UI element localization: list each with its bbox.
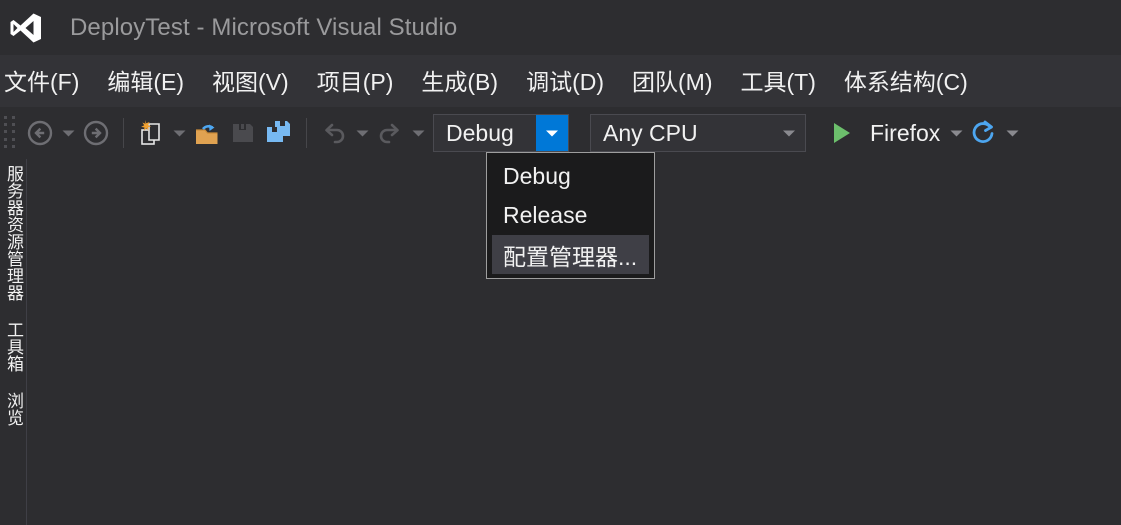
run-target-dropdown[interactable] (946, 113, 966, 153)
menu-item-build[interactable]: 生成(B) (407, 61, 512, 101)
solution-platform-combo[interactable]: Any CPU (590, 114, 806, 152)
new-project-dropdown[interactable] (169, 113, 189, 153)
new-project-icon (136, 118, 166, 148)
save-button[interactable] (225, 113, 261, 153)
solution-platform-value: Any CPU (591, 115, 773, 151)
chevron-down-icon (62, 129, 75, 138)
menu-item-tools[interactable]: 工具(T) (726, 61, 829, 101)
save-all-icon (264, 118, 294, 148)
undo-icon (319, 118, 349, 148)
save-all-button[interactable] (261, 113, 297, 153)
menu-item-debug[interactable]: 调试(D) (512, 61, 618, 101)
chevron-down-icon (782, 129, 796, 138)
solution-configuration-combo[interactable]: Debug (433, 114, 569, 152)
menu-item-file[interactable]: 文件(F) (0, 61, 93, 101)
title-bar: DeployTest - Microsoft Visual Studio (0, 0, 1121, 55)
sidebar-item-browse[interactable]: 浏览 (0, 386, 26, 440)
start-debugging-button[interactable] (824, 113, 860, 153)
navigate-back-icon (27, 120, 53, 146)
redo-icon (375, 118, 405, 148)
sidebar-tool-tabs: 服务器资源管理器 工具箱 浏览 (0, 159, 27, 525)
save-icon (230, 120, 256, 146)
redo-button[interactable] (372, 113, 408, 153)
undo-dropdown[interactable] (352, 113, 372, 153)
navigate-back-button[interactable] (22, 113, 58, 153)
open-file-button[interactable] (189, 113, 225, 153)
chevron-down-icon (356, 129, 369, 138)
menu-item-architecture[interactable]: 体系结构(C) (830, 61, 982, 101)
window-title: DeployTest - Microsoft Visual Studio (70, 14, 457, 42)
chevron-down-icon (412, 129, 425, 138)
sidebar-item-toolbox[interactable]: 工具箱 (0, 315, 26, 386)
menu-bar: 文件(F) 编辑(E) 视图(V) 项目(P) 生成(B) 调试(D) 团队(M… (0, 55, 1121, 107)
navigate-forward-button[interactable] (78, 113, 114, 153)
sidebar-item-server-explorer[interactable]: 服务器资源管理器 (0, 159, 26, 315)
drag-grip-icon[interactable] (4, 116, 18, 150)
open-folder-icon (192, 118, 222, 148)
refresh-icon (970, 119, 998, 147)
solution-configuration-menu: Debug Release 配置管理器... (486, 152, 655, 279)
menu-item-team[interactable]: 团队(M) (618, 61, 726, 101)
config-menu-item-release[interactable]: Release (487, 196, 654, 235)
redo-dropdown[interactable] (408, 113, 428, 153)
run-target-label: Firefox (870, 120, 940, 147)
chevron-down-icon (950, 129, 963, 138)
navigate-back-dropdown[interactable] (58, 113, 78, 153)
solution-platform-dropdown-arrow[interactable] (773, 115, 805, 151)
refresh-button[interactable] (966, 113, 1002, 153)
toolbar-separator (306, 118, 307, 148)
menu-item-view[interactable]: 视图(V) (198, 61, 303, 101)
refresh-dropdown[interactable] (1002, 113, 1022, 153)
play-icon (831, 121, 853, 145)
run-target-group: Firefox (824, 113, 1022, 153)
chevron-down-icon (545, 129, 559, 138)
solution-configuration-dropdown-arrow[interactable] (536, 115, 568, 151)
config-menu-item-configuration-manager[interactable]: 配置管理器... (492, 235, 649, 274)
new-project-button[interactable] (133, 113, 169, 153)
undo-button[interactable] (316, 113, 352, 153)
chevron-down-icon (173, 129, 186, 138)
chevron-down-icon (1006, 129, 1019, 138)
menu-item-project[interactable]: 项目(P) (303, 61, 408, 101)
menu-item-edit[interactable]: 编辑(E) (93, 61, 198, 101)
toolbar-separator (123, 118, 124, 148)
visual-studio-logo-icon (4, 6, 48, 50)
navigate-forward-icon (83, 120, 109, 146)
config-menu-item-debug[interactable]: Debug (487, 157, 654, 196)
solution-configuration-value: Debug (434, 115, 536, 151)
